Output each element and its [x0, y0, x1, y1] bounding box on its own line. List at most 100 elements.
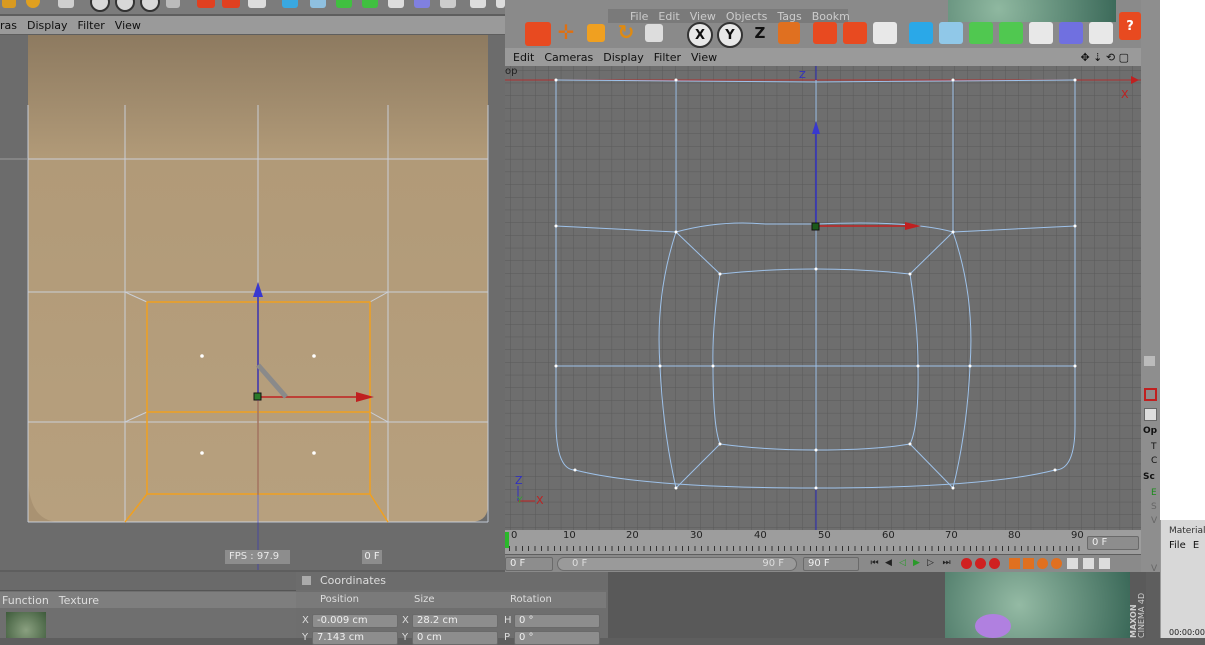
- add-array-icon[interactable]: [999, 22, 1023, 44]
- menu-cameras[interactable]: ras: [0, 19, 17, 32]
- add-environment-icon[interactable]: [1089, 22, 1113, 44]
- goto-start-button[interactable]: ⏮: [869, 558, 880, 569]
- menu-function[interactable]: Function: [2, 594, 49, 607]
- rotate-icon[interactable]: [26, 0, 40, 8]
- menu-filter[interactable]: Filter: [78, 19, 105, 32]
- menu-edit-top[interactable]: Edit: [658, 10, 679, 23]
- rotation-key-button[interactable]: [1037, 558, 1048, 569]
- add-scene-icon[interactable]: [1059, 22, 1083, 44]
- panel-icon-red[interactable]: [1144, 388, 1157, 401]
- x-lock-button[interactable]: X: [687, 22, 713, 48]
- rotation-h-field[interactable]: 0 °: [514, 614, 600, 628]
- render-active-view-icon[interactable]: [813, 22, 837, 44]
- frame-range-slider[interactable]: 0 F 90 F: [557, 557, 797, 571]
- point-level-key-button[interactable]: [1067, 558, 1078, 569]
- tick-40: 40: [754, 530, 767, 541]
- position-x-field[interactable]: -0.009 cm: [312, 614, 398, 628]
- cube-primitive-icon[interactable]: [282, 0, 298, 8]
- menu-view[interactable]: View: [115, 19, 141, 32]
- cube-small-icon[interactable]: [58, 0, 74, 8]
- deformer-icon[interactable]: [388, 0, 404, 8]
- viewport-nav-icons[interactable]: ✥ ⇣ ⟲ ▢: [1080, 51, 1129, 64]
- z-lock-button[interactable]: Z: [749, 22, 771, 44]
- x-axis-lock-icon[interactable]: [90, 0, 110, 12]
- undo-icon[interactable]: [2, 0, 16, 8]
- menu-cameras-right[interactable]: Cameras: [544, 51, 593, 64]
- rotation-p-field[interactable]: 0 °: [514, 631, 600, 645]
- world-coordinates-icon[interactable]: [778, 22, 800, 44]
- next-frame-button[interactable]: ▷: [925, 558, 936, 569]
- goto-end-button[interactable]: ⏭: [941, 558, 952, 569]
- menu-objects[interactable]: Objects: [726, 10, 768, 23]
- right-viewport-menubar: Edit Cameras Display Filter View ✥ ⇣ ⟲ ▢: [505, 48, 1145, 66]
- right-scrollbar[interactable]: [1160, 0, 1205, 520]
- light-icon[interactable]: [496, 0, 505, 8]
- menu-display-right[interactable]: Display: [603, 51, 644, 64]
- z-axis-lock-icon[interactable]: [140, 0, 160, 12]
- material-window: Material File E 00:00:00: [1160, 520, 1205, 638]
- end-frame-field[interactable]: 90 F: [803, 557, 859, 571]
- scene-icon[interactable]: [414, 0, 430, 8]
- edit-render-settings-icon[interactable]: [873, 22, 897, 44]
- position-key-button[interactable]: [1009, 558, 1020, 569]
- prev-key-button[interactable]: ◀: [883, 558, 894, 569]
- start-frame-field[interactable]: 0 F: [505, 557, 553, 571]
- record-button[interactable]: [961, 558, 972, 569]
- right-viewport[interactable]: op Z X Z Y X: [505, 66, 1141, 530]
- scale-key-button[interactable]: [1023, 558, 1034, 569]
- spline-icon[interactable]: [310, 0, 326, 8]
- menu-texture[interactable]: Texture: [59, 594, 99, 607]
- menu-edit[interactable]: Edit: [513, 51, 534, 64]
- current-frame-field[interactable]: 0 F: [1087, 536, 1139, 550]
- move-icon[interactable]: ✛: [555, 20, 577, 44]
- prev-frame-button[interactable]: ◁: [897, 558, 908, 569]
- y-lock-button[interactable]: Y: [717, 22, 743, 48]
- size-y-field[interactable]: 0 cm: [412, 631, 498, 645]
- play-button[interactable]: ▶: [911, 558, 922, 569]
- material-menu-file[interactable]: File: [1169, 540, 1186, 551]
- panel-checkbox[interactable]: [1144, 408, 1157, 421]
- keyframe-selection-button[interactable]: [989, 558, 1000, 569]
- scheme-icon[interactable]: [1083, 558, 1094, 569]
- menu-tags[interactable]: Tags: [777, 10, 801, 23]
- select-icon[interactable]: [525, 22, 551, 46]
- menu-filter-right[interactable]: Filter: [654, 51, 681, 64]
- menu-display[interactable]: Display: [27, 19, 68, 32]
- size-x-field[interactable]: 28.2 cm: [412, 614, 498, 628]
- help-icon[interactable]: ?: [1119, 12, 1141, 40]
- coordinate-system-icon[interactable]: [166, 0, 180, 8]
- render-to-picture-viewer-icon[interactable]: [843, 22, 867, 44]
- add-spline-icon[interactable]: [939, 22, 963, 44]
- menu-view-top[interactable]: View: [690, 10, 716, 23]
- render-picture-icon[interactable]: [222, 0, 240, 8]
- material-manager: Function Texture: [0, 572, 296, 638]
- render-view-icon[interactable]: [197, 0, 215, 8]
- menu-view-right[interactable]: View: [691, 51, 717, 64]
- panel-label-op: Op: [1143, 426, 1158, 436]
- array-icon[interactable]: [362, 0, 378, 8]
- rotate-tool-icon[interactable]: ↻: [615, 20, 637, 44]
- material-menu-edit[interactable]: E: [1193, 540, 1199, 551]
- menu-bookmarks[interactable]: Bookm: [812, 10, 850, 23]
- y-axis-lock-icon[interactable]: [115, 0, 135, 12]
- left-viewport[interactable]: FPS : 97.9 0 F: [0, 35, 505, 570]
- camera-icon[interactable]: [470, 0, 486, 8]
- render-settings-icon[interactable]: [248, 0, 266, 8]
- add-nurbs-icon[interactable]: [969, 22, 993, 44]
- environment-icon[interactable]: [440, 0, 456, 8]
- x-axis-label: X: [1121, 88, 1129, 101]
- material-thumbnail[interactable]: [6, 612, 46, 638]
- autokey-button[interactable]: [975, 558, 986, 569]
- add-cube-icon[interactable]: [909, 22, 933, 44]
- position-y-field[interactable]: 7.143 cm: [312, 631, 398, 645]
- tick-50: 50: [818, 530, 831, 541]
- nurbs-icon[interactable]: [336, 0, 352, 8]
- timeline-icon[interactable]: [1099, 558, 1110, 569]
- parameter-key-button[interactable]: [1051, 558, 1062, 569]
- coordinates-rows: X -0.009 cm X 28.2 cm H 0 ° Y 7.143 cm Y…: [296, 610, 606, 645]
- add-deformer-icon[interactable]: [1029, 22, 1053, 44]
- timeline-ruler[interactable]: 0 10 20 30 40 50 60 70 80 90 0 F: [505, 530, 1145, 554]
- panel-scroll-handle[interactable]: [1144, 356, 1155, 366]
- live-select-icon[interactable]: [645, 24, 663, 42]
- scale-icon[interactable]: [587, 24, 605, 42]
